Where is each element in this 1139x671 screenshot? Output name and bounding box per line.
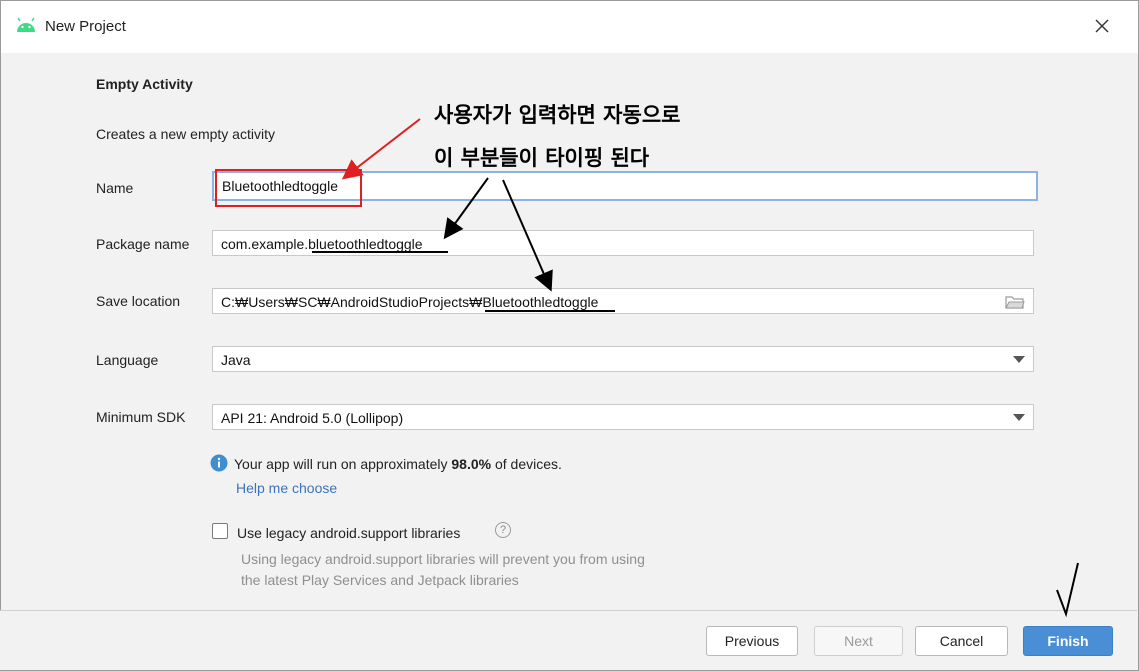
cancel-button[interactable]: Cancel xyxy=(915,626,1008,656)
annotation-text-line2: 이 부분들이 타이핑 된다 xyxy=(434,146,650,170)
chevron-down-icon xyxy=(1013,414,1025,421)
language-value: Java xyxy=(221,352,251,368)
finish-button[interactable]: Finish xyxy=(1023,626,1113,656)
name-label: Name xyxy=(96,180,134,196)
minimum-sdk-label: Minimum SDK xyxy=(96,409,186,425)
activity-heading: Empty Activity xyxy=(96,76,193,92)
window-title: New Project xyxy=(45,18,126,35)
close-icon xyxy=(1095,19,1109,33)
package-name-input[interactable]: com.example.bluetoothledtoggle xyxy=(212,230,1034,256)
activity-subtitle: Creates a new empty activity xyxy=(96,126,275,142)
coverage-percent: 98.0% xyxy=(451,456,492,472)
info-icon xyxy=(210,454,228,472)
chevron-down-icon xyxy=(1013,356,1025,363)
legacy-libraries-label[interactable]: Use legacy android.support libraries xyxy=(237,525,460,541)
close-button[interactable] xyxy=(1089,13,1115,39)
android-icon xyxy=(17,17,35,32)
annotation-text-line1: 사용자가 입력하면 자동으로 xyxy=(434,103,681,127)
language-label: Language xyxy=(96,352,159,368)
save-location-label: Save location xyxy=(96,293,181,309)
previous-button[interactable]: Previous xyxy=(706,626,798,656)
minimum-sdk-value: API 21: Android 5.0 (Lollipop) xyxy=(221,410,404,426)
device-coverage-text: Your app will run on approximately 98.0%… xyxy=(234,456,562,472)
title-bar: New Project xyxy=(1,1,1138,53)
question-mark-icon[interactable]: ? xyxy=(495,522,511,538)
legacy-libraries-checkbox[interactable] xyxy=(212,523,228,539)
coverage-prefix: Your app will run on approximately xyxy=(234,456,452,472)
coverage-suffix: of devices. xyxy=(491,456,562,472)
language-select[interactable]: Java xyxy=(212,346,1034,372)
folder-icon[interactable] xyxy=(1005,294,1025,310)
legacy-description-line2: the latest Play Services and Jetpack lib… xyxy=(241,572,519,588)
help-me-choose-link[interactable]: Help me choose xyxy=(236,480,337,496)
save-location-value: C:₩Users₩SC₩AndroidStudioProjects₩Blueto… xyxy=(221,294,599,310)
minimum-sdk-select[interactable]: API 21: Android 5.0 (Lollipop) xyxy=(212,404,1034,430)
legacy-description-line1: Using legacy android.support libraries w… xyxy=(241,551,645,567)
next-button[interactable]: Next xyxy=(814,626,903,656)
name-highlight-box xyxy=(215,169,362,207)
save-location-input[interactable]: C:₩Users₩SC₩AndroidStudioProjects₩Blueto… xyxy=(212,288,1034,314)
package-name-label: Package name xyxy=(96,236,190,252)
